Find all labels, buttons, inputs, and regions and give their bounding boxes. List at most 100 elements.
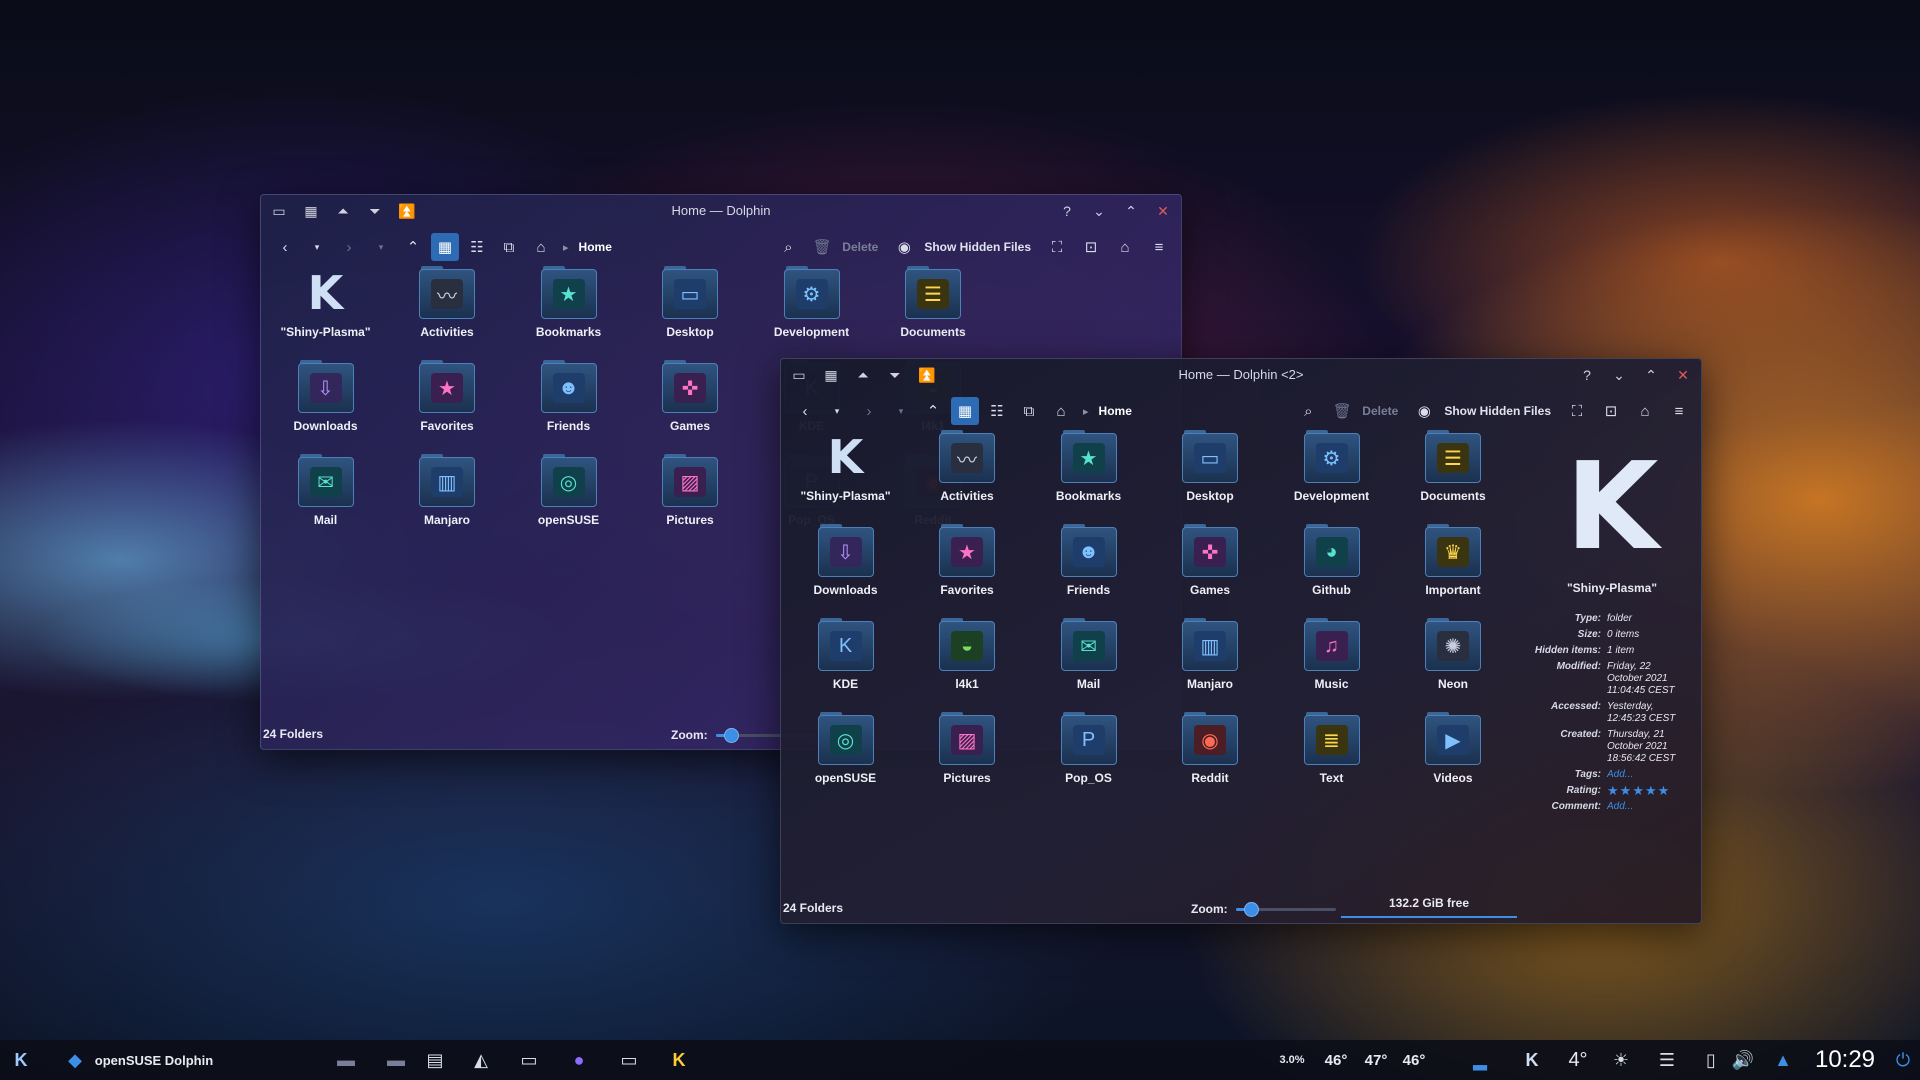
rating-star-icon[interactable]: ★ <box>1658 783 1671 798</box>
compact-view-icon[interactable]: ☷ <box>463 233 491 261</box>
folder-item[interactable]: ✜ Games <box>630 360 751 441</box>
details-view-icon[interactable]: ⧉ <box>495 233 523 261</box>
distro-label[interactable]: openSUSE <box>95 1040 161 1080</box>
folder-item[interactable]: ★ Favorites <box>907 524 1028 605</box>
split-view-icon[interactable]: ⊡ <box>1077 233 1105 261</box>
folder-item[interactable]: ▥ Manjaro <box>1150 618 1271 699</box>
folder-item[interactable]: ▶ Videos <box>1393 712 1514 793</box>
active-app-label[interactable]: Dolphin <box>164 1040 214 1080</box>
firefox-icon[interactable]: ● <box>562 1040 596 1080</box>
breadcrumb-home[interactable]: Home <box>579 240 612 254</box>
home-icon[interactable]: ⌂ <box>527 233 555 261</box>
clipboard-icon[interactable]: ▯ <box>1696 1040 1726 1080</box>
folder-item[interactable]: ⇩ Downloads <box>265 360 386 441</box>
folder-item[interactable]: ♛ Important <box>1393 524 1514 605</box>
rating-star-icon[interactable]: ★ <box>1620 783 1633 798</box>
folder-item[interactable]: K KDE <box>785 618 906 699</box>
close-icon[interactable]: ✕ <box>1671 363 1695 387</box>
folder-item[interactable]: ▭ Desktop <box>1150 430 1271 511</box>
folder-item[interactable]: ✉ Mail <box>265 454 386 535</box>
folder-item[interactable]: ◎ openSUSE <box>508 454 629 535</box>
back-history-chevron-down-icon[interactable]: ▾ <box>823 397 851 425</box>
folder-item[interactable]: ☰ Documents <box>873 266 994 347</box>
editor-icon[interactable]: ◭ <box>466 1040 496 1080</box>
minimize-icon[interactable]: ⌄ <box>1087 199 1111 223</box>
close-icon[interactable]: ✕ <box>1151 199 1175 223</box>
home-icon[interactable]: ⌂ <box>1631 397 1659 425</box>
show-hidden-files-button[interactable]: Show Hidden Files <box>1444 404 1551 418</box>
breadcrumb-home[interactable]: Home <box>1099 404 1132 418</box>
back-icon[interactable]: ‹ <box>791 397 819 425</box>
folder-item[interactable]: ◉ Reddit <box>1150 712 1271 793</box>
zoom-slider-handle[interactable] <box>723 727 739 743</box>
up-icon[interactable]: ⌃ <box>919 397 947 425</box>
folder-item[interactable]: K "Shiny-Plasma" <box>265 266 386 347</box>
details-view-icon[interactable]: ⧉ <box>1015 397 1043 425</box>
opensuse-diamond-icon[interactable]: ◆ <box>60 1040 90 1080</box>
dolphin-window-2[interactable]: ▭ ▦ ⏶ ⏷ ⏫ Home — Dolphin <2> ? ⌄ ⌃ ✕ ‹ ▾… <box>780 358 1702 924</box>
maximize-icon[interactable]: ⌃ <box>1119 199 1143 223</box>
folder-item[interactable]: ☻ Friends <box>508 360 629 441</box>
volume-icon[interactable]: 🔊 <box>1728 1040 1758 1080</box>
help-icon[interactable]: ? <box>1575 363 1599 387</box>
select-all-icon[interactable]: ⛶ <box>1043 233 1071 261</box>
folder-item[interactable]: 〰 Activities <box>387 266 508 347</box>
clock[interactable]: 10:29 <box>1800 1040 1890 1080</box>
title-bar[interactable]: ▭ ▦ ⏶ ⏷ ⏫ Home — Dolphin ? ⌄ ⌃ ✕ <box>261 195 1181 227</box>
rating-stars[interactable]: ★★★★★ <box>1607 783 1689 798</box>
folder-item[interactable]: ✺ Neon <box>1393 618 1514 699</box>
delete-button[interactable]: Delete <box>842 240 878 254</box>
power-icon[interactable]: ⏻ <box>1888 1040 1918 1080</box>
folder-item[interactable]: ▭ Desktop <box>630 266 751 347</box>
folder-item[interactable]: ▨ Pictures <box>907 712 1028 793</box>
folder-item[interactable]: ★ Favorites <box>387 360 508 441</box>
folder-item[interactable]: ⚙ Development <box>751 266 872 347</box>
folder-item[interactable]: ✉ Mail <box>1028 618 1149 699</box>
show-hidden-files-button[interactable]: Show Hidden Files <box>924 240 1031 254</box>
back-history-chevron-down-icon[interactable]: ▾ <box>303 233 331 261</box>
kvantum-icon[interactable]: K <box>662 1040 696 1080</box>
split-view-icon[interactable]: ⊡ <box>1597 397 1625 425</box>
kde-connect-icon[interactable]: K <box>1516 1040 1548 1080</box>
folder-item[interactable]: ▥ Manjaro <box>387 454 508 535</box>
folder-item[interactable]: K "Shiny-Plasma" <box>785 430 906 511</box>
rating-star-icon[interactable]: ★ <box>1607 783 1620 798</box>
trash-icon[interactable]: 🗑 <box>808 233 836 261</box>
folder-item[interactable]: ⚙ Development <box>1271 430 1392 511</box>
icons-view-icon[interactable]: ▦ <box>951 397 979 425</box>
folder-item[interactable]: ☻ Friends <box>1028 524 1149 605</box>
system-monitor-graph-icon[interactable]: ▂ <box>1462 1040 1498 1080</box>
system-tray-expand-icon[interactable]: ▲ <box>1768 1040 1798 1080</box>
folder-item[interactable]: ⇩ Downloads <box>785 524 906 605</box>
rating-star-icon[interactable]: ★ <box>1645 783 1658 798</box>
folder-item[interactable]: ▨ Pictures <box>630 454 751 535</box>
delete-button[interactable]: Delete <box>1362 404 1398 418</box>
folder-item[interactable]: ≣ Text <box>1271 712 1392 793</box>
back-icon[interactable]: ‹ <box>271 233 299 261</box>
folder-item[interactable]: ♫ Music <box>1271 618 1392 699</box>
maximize-icon[interactable]: ⌃ <box>1639 363 1663 387</box>
search-icon[interactable]: ⌕ <box>1294 397 1322 425</box>
select-all-icon[interactable]: ⛶ <box>1563 397 1591 425</box>
add-comment-link[interactable]: Add... <box>1607 801 1689 813</box>
folder-item[interactable]: 〰 Activities <box>907 430 1028 511</box>
forward-icon[interactable]: › <box>335 233 363 261</box>
desktop-pager-2-icon[interactable]: ▬ <box>376 1040 416 1080</box>
zoom-slider-handle[interactable] <box>1243 901 1259 917</box>
folder-item[interactable]: P Pop_OS <box>1028 712 1149 793</box>
terminal-icon[interactable]: ▭ <box>514 1040 544 1080</box>
network-icon[interactable]: ☰ <box>1652 1040 1682 1080</box>
dolphin-task-icon[interactable]: ▭ <box>612 1040 646 1080</box>
home-icon[interactable]: ⌂ <box>1111 233 1139 261</box>
hamburger-menu-icon[interactable]: ≡ <box>1145 233 1173 261</box>
folder-item[interactable]: ◕ Github <box>1271 524 1392 605</box>
up-icon[interactable]: ⌃ <box>399 233 427 261</box>
eye-icon[interactable]: ◉ <box>890 233 918 261</box>
rating-star-icon[interactable]: ★ <box>1632 783 1645 798</box>
window-list-icon[interactable]: ▤ <box>420 1040 450 1080</box>
eye-icon[interactable]: ◉ <box>1410 397 1438 425</box>
folder-item[interactable]: ★ Bookmarks <box>508 266 629 347</box>
folder-item[interactable]: ★ Bookmarks <box>1028 430 1149 511</box>
folder-item[interactable]: ☰ Documents <box>1393 430 1514 511</box>
forward-icon[interactable]: › <box>855 397 883 425</box>
